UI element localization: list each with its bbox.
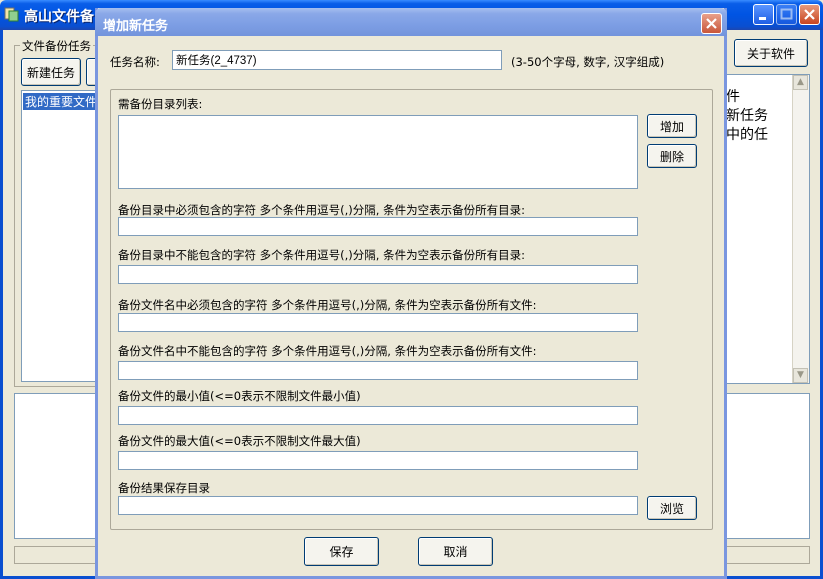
about-button[interactable]: 关于软件 (734, 39, 808, 67)
help-line: 中的任 (726, 127, 768, 143)
file-include-label: 备份文件名中必须包含的字符 多个条件用逗号(,)分隔, 条件为空表示备份所有文件… (118, 298, 537, 312)
log-panel (14, 393, 98, 539)
dir-include-input[interactable] (118, 217, 638, 236)
add-dir-button[interactable]: 增加 (647, 114, 697, 138)
chevron-up-icon[interactable]: ▲ (793, 75, 808, 90)
max-size-input[interactable] (118, 451, 638, 470)
task-name-hint: (3-50个字母, 数字, 汉字组成) (511, 55, 665, 69)
min-size-input[interactable] (118, 406, 638, 425)
file-exclude-label: 备份文件名中不能包含的字符 多个条件用逗号(,)分隔, 条件为空表示备份所有文件… (118, 344, 537, 358)
browse-button[interactable]: 浏览 (647, 496, 697, 520)
minimize-icon[interactable] (753, 4, 774, 25)
help-scrollbar[interactable]: ▲ ▼ (792, 75, 809, 383)
delete-dir-button[interactable]: 删除 (647, 144, 697, 168)
task-list-item[interactable]: 我的重要文件 (23, 93, 100, 110)
dialog-title: 增加新任务 (103, 19, 169, 34)
main-window-title: 高山文件备 (24, 9, 94, 25)
task-list[interactable] (21, 90, 101, 382)
save-button[interactable]: 保存 (304, 537, 379, 566)
dirs-list-label: 需备份目录列表: (118, 97, 203, 111)
output-dir-label: 备份结果保存目录 (118, 481, 210, 495)
dir-exclude-label: 备份目录中不能包含的字符 多个条件用逗号(,)分隔, 条件为空表示备份所有目录: (118, 248, 525, 262)
log-panel-right (724, 393, 810, 539)
cancel-button[interactable]: 取消 (418, 537, 493, 566)
help-line: 件 (726, 89, 740, 105)
status-bar-right (724, 546, 810, 564)
new-task-button[interactable]: 新建任务 (21, 58, 81, 86)
dialog-title-bar[interactable] (95, 8, 727, 36)
max-size-label: 备份文件的最大值(<=0表示不限制文件最大值) (118, 434, 361, 448)
close-icon[interactable] (799, 4, 820, 25)
dir-include-label: 备份目录中必须包含的字符 多个条件用逗号(,)分隔, 条件为空表示备份所有目录: (118, 203, 525, 217)
task-name-input[interactable] (172, 50, 502, 70)
output-dir-input[interactable] (118, 496, 638, 515)
maximize-icon[interactable] (776, 4, 797, 25)
help-text: 件 新任务 中的任 (726, 88, 768, 145)
app-icon (4, 6, 20, 22)
dialog-close-icon[interactable] (701, 13, 722, 34)
status-bar (14, 546, 98, 564)
task-name-label: 任务名称: (110, 55, 160, 69)
task-group-label: 文件备份任务 (20, 38, 93, 54)
file-exclude-input[interactable] (118, 361, 638, 380)
dirs-list[interactable] (118, 115, 638, 189)
help-line: 新任务 (726, 108, 768, 124)
dir-exclude-input[interactable] (118, 265, 638, 284)
min-size-label: 备份文件的最小值(<=0表示不限制文件最小值) (118, 389, 361, 403)
chevron-down-icon[interactable]: ▼ (793, 368, 808, 383)
file-include-input[interactable] (118, 313, 638, 332)
